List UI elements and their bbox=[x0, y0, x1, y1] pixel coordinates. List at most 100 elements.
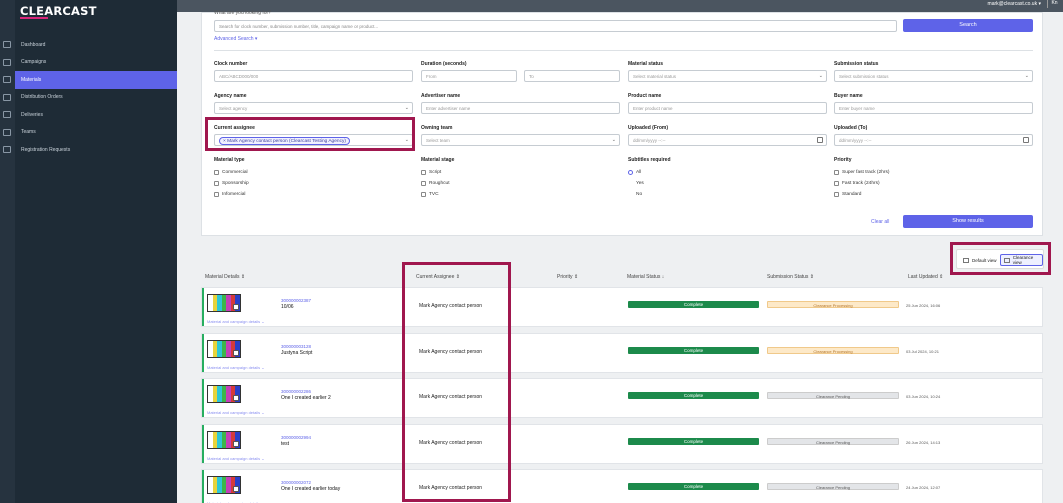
advertiser-name-input[interactable]: Enter advertiser name bbox=[421, 102, 620, 114]
corner-button[interactable]: Kn bbox=[1047, 0, 1061, 8]
sidebar-item-label: Teams bbox=[21, 129, 36, 136]
product-name-input[interactable]: Enter product name bbox=[628, 102, 827, 114]
show-results-button[interactable]: Show results bbox=[903, 215, 1033, 228]
sidebar: CLEARCAST Dashboard Campaigns Materials Dis… bbox=[0, 0, 177, 503]
clock-number-link[interactable]: 300000002286 bbox=[281, 389, 311, 394]
sidebar-item-distribution-orders[interactable]: Distribution Orders bbox=[3, 89, 177, 107]
material-details-link[interactable]: Material and campaign details ⌄ bbox=[207, 365, 265, 370]
checkbox-tvc[interactable]: TVC bbox=[421, 192, 439, 197]
uploaded-from-label: Uploaded (From) bbox=[628, 125, 668, 131]
material-details-link[interactable]: Material and campaign details ⌄ bbox=[207, 410, 265, 415]
checkbox-script[interactable]: Script bbox=[421, 170, 441, 175]
checkbox-label: Script bbox=[429, 170, 442, 175]
sidebar-item-dashboard[interactable]: Dashboard bbox=[3, 36, 177, 54]
uploaded-to-input[interactable]: dd/mm/yyyy --:-- bbox=[834, 134, 1033, 146]
checkbox-fast-track[interactable]: Fast track (24hrs) bbox=[834, 181, 880, 186]
advanced-search-toggle[interactable]: Advanced Search ▾ bbox=[214, 36, 257, 42]
buyer-name-input[interactable]: Enter buyer name bbox=[834, 102, 1033, 114]
uploaded-from-placeholder: dd/mm/yyyy --:-- bbox=[633, 138, 666, 143]
col-submission-status[interactable]: Submission Status ⇕ bbox=[767, 274, 814, 280]
laptop-icon bbox=[3, 41, 11, 49]
clearcast-logo: CLEARCAST bbox=[20, 4, 97, 18]
user-menu[interactable]: mark@clearcast.co.uk ▾ bbox=[988, 1, 1041, 7]
last-updated: 25 Jun 2024, 16:06 bbox=[906, 303, 941, 308]
material-details-link[interactable]: Material and campaign details ⌄ bbox=[207, 456, 265, 461]
submission-status-badge: Clearance Processing bbox=[767, 346, 899, 354]
table-row[interactable]: Material and campaign details ⌄ 300000003… bbox=[201, 332, 1043, 373]
submission-status-badge: Clearance Pending bbox=[767, 392, 899, 399]
checkbox-super-fast-track[interactable]: Super fast track (2hrs) bbox=[834, 170, 889, 175]
checkbox-roughcut[interactable]: Roughcut bbox=[421, 181, 450, 186]
annotation-highlight-view-toggle bbox=[950, 242, 1051, 275]
clock-number-link[interactable]: 300000002994 bbox=[281, 435, 311, 440]
col-material-status[interactable]: Material Status ↓ bbox=[627, 274, 664, 280]
checkbox-icon bbox=[834, 181, 839, 186]
checkbox-label: Infomercial bbox=[222, 192, 246, 197]
duration-from-input[interactable]: From bbox=[421, 70, 517, 82]
checkbox-sponsorship[interactable]: Sponsorship bbox=[214, 181, 249, 186]
video-thumbnail[interactable] bbox=[207, 430, 241, 449]
video-thumbnail[interactable] bbox=[207, 339, 241, 358]
calendar-icon[interactable] bbox=[817, 137, 823, 143]
checkbox-icon bbox=[214, 170, 219, 175]
checkbox-icon bbox=[214, 181, 219, 186]
clock-number-link[interactable]: 300000003128 bbox=[281, 344, 311, 349]
video-thumbnail[interactable] bbox=[207, 385, 241, 403]
submission-status-placeholder: Select submission status bbox=[839, 74, 889, 79]
sidebar-item-deliveries[interactable]: Deliveries bbox=[3, 106, 177, 124]
checkbox-icon bbox=[421, 181, 426, 186]
search-button[interactable]: Search bbox=[903, 19, 1033, 32]
radio-yes[interactable]: Yes bbox=[628, 181, 644, 186]
file-icon bbox=[233, 440, 239, 447]
clock-number-input[interactable]: ABC/ABCD000/000 bbox=[214, 70, 413, 82]
calendar-icon[interactable] bbox=[1023, 137, 1029, 143]
radio-all[interactable]: All bbox=[628, 170, 641, 175]
checkbox-label: Roughcut bbox=[429, 181, 450, 186]
radio-no[interactable]: No bbox=[628, 192, 642, 197]
uploaded-to-label: Uploaded (To) bbox=[834, 125, 868, 131]
upload-icon bbox=[3, 111, 11, 119]
radio-label: No bbox=[636, 192, 643, 197]
sidebar-item-teams[interactable]: Teams bbox=[3, 124, 177, 142]
sidebar-item-materials[interactable]: Materials bbox=[3, 71, 177, 89]
col-priority[interactable]: Priority ⇕ bbox=[557, 274, 578, 280]
material-title: One I created earlier 2 bbox=[281, 395, 331, 401]
col-last-updated[interactable]: Last Updated ⇕ bbox=[908, 274, 943, 280]
search-input[interactable]: Search for clock number, submission numb… bbox=[214, 20, 897, 32]
checkbox-icon bbox=[421, 192, 426, 197]
megaphone-icon bbox=[3, 58, 11, 66]
checkbox-label: TVC bbox=[429, 192, 439, 197]
clear-all-link[interactable]: Clear all bbox=[871, 219, 889, 225]
radio-selected-icon bbox=[628, 170, 633, 175]
video-thumbnail[interactable] bbox=[207, 476, 241, 494]
table-row[interactable]: Material and campaign details ⌄ 300000002… bbox=[201, 423, 1043, 464]
submission-status-badge: Clearance Pending bbox=[767, 483, 899, 490]
chevron-down-icon: ⌄ bbox=[818, 73, 823, 79]
submission-status-badge: Clearance Processing bbox=[767, 301, 899, 308]
table-row[interactable]: Material and campaign details ⌄300000002… bbox=[201, 469, 1043, 503]
col-material-details[interactable]: Material Details ⇕ bbox=[205, 274, 245, 280]
uploaded-to-placeholder: dd/mm/yyyy --:-- bbox=[839, 138, 872, 143]
material-status-select[interactable]: Select material status ⌄ bbox=[628, 70, 827, 82]
priority-label: Priority bbox=[834, 157, 852, 163]
divider bbox=[214, 50, 1033, 51]
sidebar-item-registration-requests[interactable]: Registration Requests bbox=[3, 141, 177, 159]
table-row[interactable]: Material and campaign details ⌄ 300000002… bbox=[201, 378, 1043, 418]
file-icon bbox=[233, 395, 239, 401]
checkbox-standard[interactable]: Standard bbox=[834, 192, 861, 197]
duration-to-input[interactable]: To bbox=[524, 70, 620, 82]
owning-team-select[interactable]: Select team ⌄ bbox=[421, 134, 620, 146]
agency-select[interactable]: Select agency ⌄ bbox=[214, 102, 413, 114]
video-thumbnail[interactable] bbox=[207, 294, 241, 312]
checkbox-infomercial[interactable]: Infomercial bbox=[214, 192, 245, 197]
checkbox-commercial[interactable]: Commercial bbox=[214, 170, 248, 175]
clock-number-link[interactable]: 300000002387 bbox=[281, 298, 311, 303]
row-accent bbox=[202, 424, 204, 463]
submission-status-select[interactable]: Select submission status ⌄ bbox=[834, 70, 1033, 82]
material-details-link[interactable]: Material and campaign details ⌄ bbox=[207, 319, 265, 324]
sidebar-item-campaigns[interactable]: Campaigns bbox=[3, 54, 177, 72]
uploaded-from-input[interactable]: dd/mm/yyyy --:-- bbox=[628, 134, 827, 146]
clock-number-link[interactable]: 300000002072 bbox=[281, 480, 311, 485]
table-row[interactable]: Material and campaign details ⌄ 300000002… bbox=[201, 287, 1043, 327]
chevron-down-icon: ⌄ bbox=[1024, 73, 1029, 79]
